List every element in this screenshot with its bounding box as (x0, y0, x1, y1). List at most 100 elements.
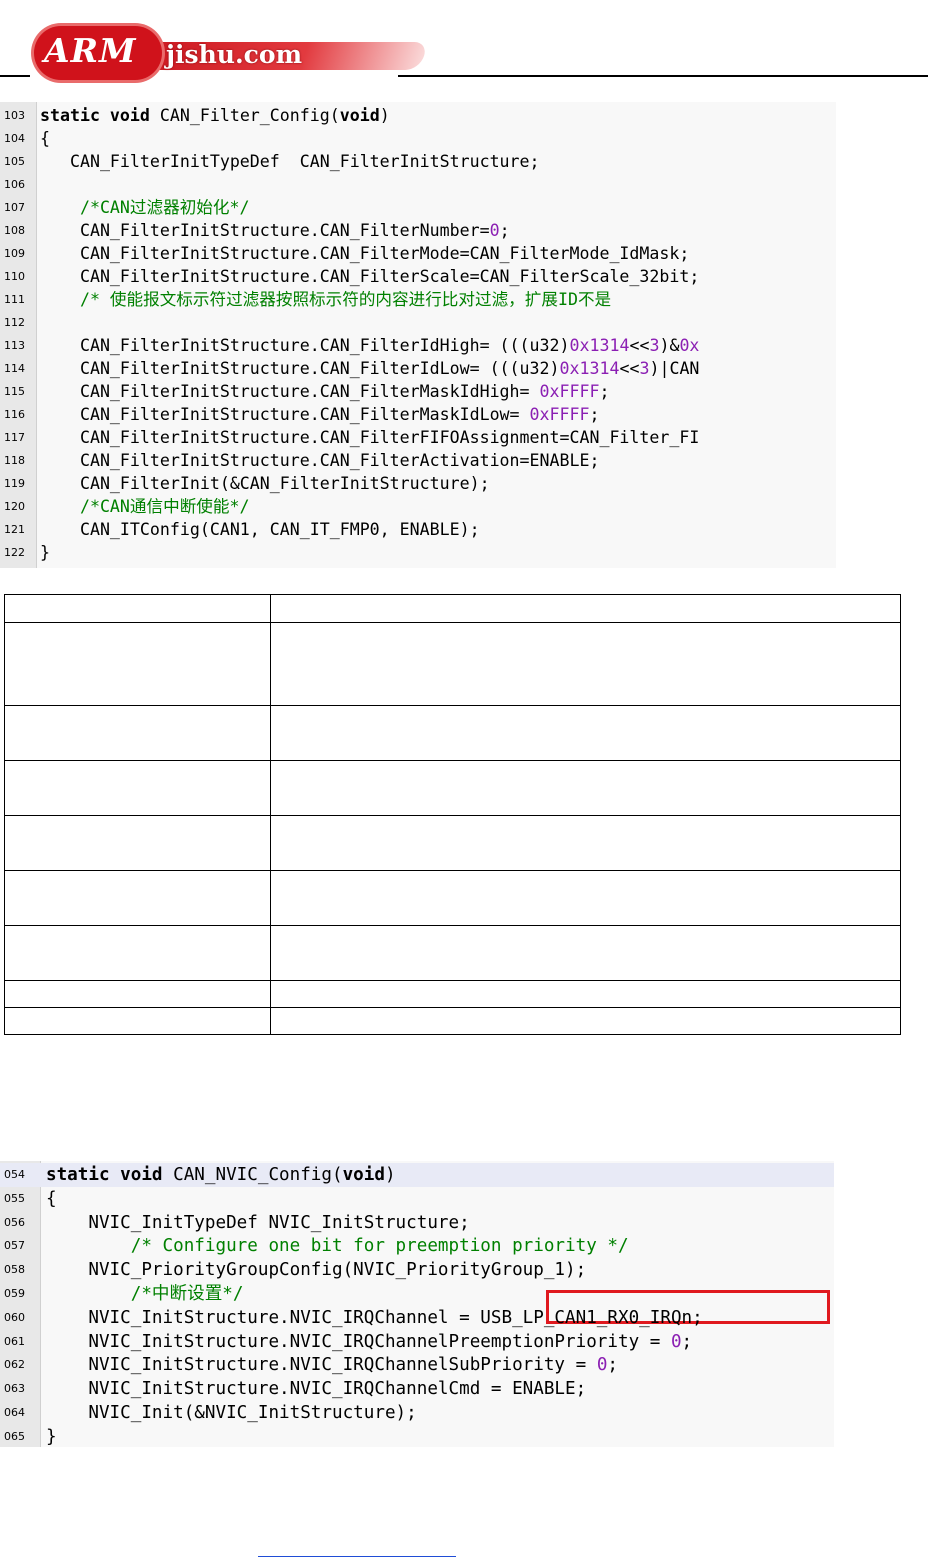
table-cell (4, 622, 271, 706)
code-token: } (46, 1426, 57, 1447)
table-row (4, 760, 901, 816)
table-row (4, 622, 901, 706)
code-line: 106 (0, 173, 836, 196)
code-line: 064 NVIC_Init(&NVIC_InitStructure); (0, 1401, 834, 1425)
code-token: CAN_FilterInitStructure.CAN_FilterMaskId… (40, 405, 530, 424)
code-line: 054 static void CAN_NVIC_Config(void) (0, 1163, 834, 1187)
code-line: 117 CAN_FilterInitStructure.CAN_FilterFI… (0, 426, 836, 449)
site-logo[interactable]: ARM jishu.com (34, 22, 429, 82)
code-token: 0xFFFF (539, 382, 600, 401)
table-row (4, 815, 901, 871)
code-text: NVIC_InitStructure.NVIC_IRQChannelCmd = … (46, 1377, 834, 1401)
code-line: 103 static void CAN_Filter_Config(void) (0, 104, 836, 127)
code-line: 108 CAN_FilterInitStructure.CAN_FilterNu… (0, 219, 836, 242)
code-line: 115 CAN_FilterInitStructure.CAN_FilterMa… (0, 380, 836, 403)
table-cell (270, 760, 901, 816)
code-text: CAN_FilterInitStructure.CAN_FilterMaskId… (40, 403, 836, 426)
code-token: NVIC_InitStructure.NVIC_IRQChannelPreemp… (46, 1331, 671, 1352)
line-number: 104 (4, 132, 25, 145)
code-text: CAN_FilterInitStructure.CAN_FilterMaskId… (40, 380, 836, 403)
code-text: } (46, 1425, 834, 1449)
line-number: 113 (4, 339, 25, 352)
code-token: << (619, 359, 640, 378)
footer-link-underline[interactable] (258, 1556, 456, 1557)
code-token: 0x (679, 336, 700, 355)
code-token: 0x1314 (559, 359, 620, 378)
table-cell (4, 815, 271, 871)
table-cell (270, 870, 901, 926)
table-cell (270, 815, 901, 871)
code-line: 111 /* 使能报文标示符过滤器按照标示符的内容进行比对过滤，扩展ID不是 (0, 288, 836, 311)
code-line: 060 NVIC_InitStructure.NVIC_IRQChannel =… (0, 1306, 834, 1330)
code-line: 112 (0, 311, 836, 334)
code-token: NVIC_InitTypeDef NVIC_InitStructure; (46, 1212, 470, 1233)
code-line: 062 NVIC_InitStructure.NVIC_IRQChannelSu… (0, 1353, 834, 1377)
code-token: 0 (670, 1331, 682, 1352)
line-number: 058 (4, 1263, 25, 1277)
code-token: /* Configure one bit for preemption prio… (46, 1236, 629, 1257)
logo-site-text: jishu.com (166, 40, 303, 69)
code-token: void (339, 106, 380, 125)
line-number: 109 (4, 247, 25, 260)
table-cell (4, 870, 271, 926)
code-token: 3 (649, 336, 660, 355)
code-token: NVIC_InitStructure.NVIC_IRQChannelSubPri… (46, 1355, 597, 1376)
table-cell (4, 980, 271, 1008)
line-number: 121 (4, 523, 25, 536)
line-number: 057 (4, 1239, 25, 1253)
code-token: 0 (489, 221, 500, 240)
table-row (4, 870, 901, 926)
code-text: CAN_FilterInitStructure.CAN_FilterActiva… (40, 449, 836, 472)
code-token: NVIC_Init(&NVIC_InitStructure); (46, 1403, 417, 1423)
code-token: ; (599, 382, 610, 401)
code-token: CAN_FilterInitStructure.CAN_FilterNumber… (40, 221, 490, 240)
code-token: CAN_FilterInitTypeDef CAN_FilterInitStru… (40, 152, 540, 171)
code-line: 105 CAN_FilterInitTypeDef CAN_FilterInit… (0, 150, 836, 173)
code-text: CAN_FilterInitStructure.CAN_FilterNumber… (40, 219, 836, 242)
code-token: u32 (519, 359, 550, 378)
code-token: } (40, 543, 50, 562)
code-line: 063 NVIC_InitStructure.NVIC_IRQChannelCm… (0, 1377, 834, 1401)
code-token: ) (549, 359, 560, 378)
code-token: CAN_FilterInitStructure.CAN_FilterActiva… (40, 451, 600, 470)
code-block-nvic-config: 054 static void CAN_NVIC_Config(void) 055 {… (0, 1161, 834, 1447)
code-line: 110 CAN_FilterInitStructure.CAN_FilterSc… (0, 265, 836, 288)
code-text: NVIC_InitTypeDef NVIC_InitStructure; (46, 1211, 834, 1235)
code-line: 056 NVIC_InitTypeDef NVIC_InitStructure; (0, 1211, 834, 1235)
code-token: /* 使能报文标示符过滤器按照标示符的内容进行比对过滤，扩展ID不是 (40, 290, 612, 309)
header-rule-left (0, 75, 30, 77)
code-token: NVIC_InitStructure.NVIC_IRQChannelCmd = … (46, 1379, 587, 1400)
code-token: static void (46, 1165, 174, 1185)
table-row (4, 705, 901, 761)
code-token: ) (384, 1165, 396, 1185)
code-line: 109 CAN_FilterInitStructure.CAN_FilterMo… (0, 242, 836, 265)
line-number: 114 (4, 362, 25, 375)
logo-brand-text: ARM (44, 31, 137, 70)
code-line: 116 CAN_FilterInitStructure.CAN_FilterMa… (0, 403, 836, 426)
code-token: /*CAN通信中断使能*/ (40, 497, 250, 516)
code-token: ; (607, 1355, 618, 1376)
code-text: NVIC_InitStructure.NVIC_IRQChannelSubPri… (46, 1353, 834, 1377)
code-token: ; (681, 1331, 693, 1352)
line-number: 106 (4, 178, 25, 191)
line-number: 063 (4, 1382, 25, 1396)
line-number: 119 (4, 477, 25, 490)
table-cell (270, 594, 901, 623)
table-cell (4, 760, 271, 816)
line-number: 120 (4, 500, 25, 513)
line-number: 112 (4, 316, 25, 329)
code-line: 120 /*CAN通信中断使能*/ (0, 495, 836, 518)
code-line: 118 CAN_FilterInitStructure.CAN_FilterAc… (0, 449, 836, 472)
code-text: CAN_FilterInit(&CAN_FilterInitStructure)… (40, 472, 836, 495)
table-row (4, 925, 901, 981)
table-cell (4, 925, 271, 981)
code-line: 114 CAN_FilterInitStructure.CAN_FilterId… (0, 357, 836, 380)
code-token: CAN_FilterInitStructure.CAN_FilterFIFOAs… (40, 428, 700, 447)
code-token: ; (589, 405, 600, 424)
code-text: NVIC_Init(&NVIC_InitStructure); (46, 1401, 834, 1425)
code-text: { (40, 127, 836, 150)
code-token: static void (40, 106, 160, 125)
code-line: 113 CAN_FilterInitStructure.CAN_FilterId… (0, 334, 836, 357)
table-cell (270, 980, 901, 1008)
code-text: } (40, 541, 836, 564)
